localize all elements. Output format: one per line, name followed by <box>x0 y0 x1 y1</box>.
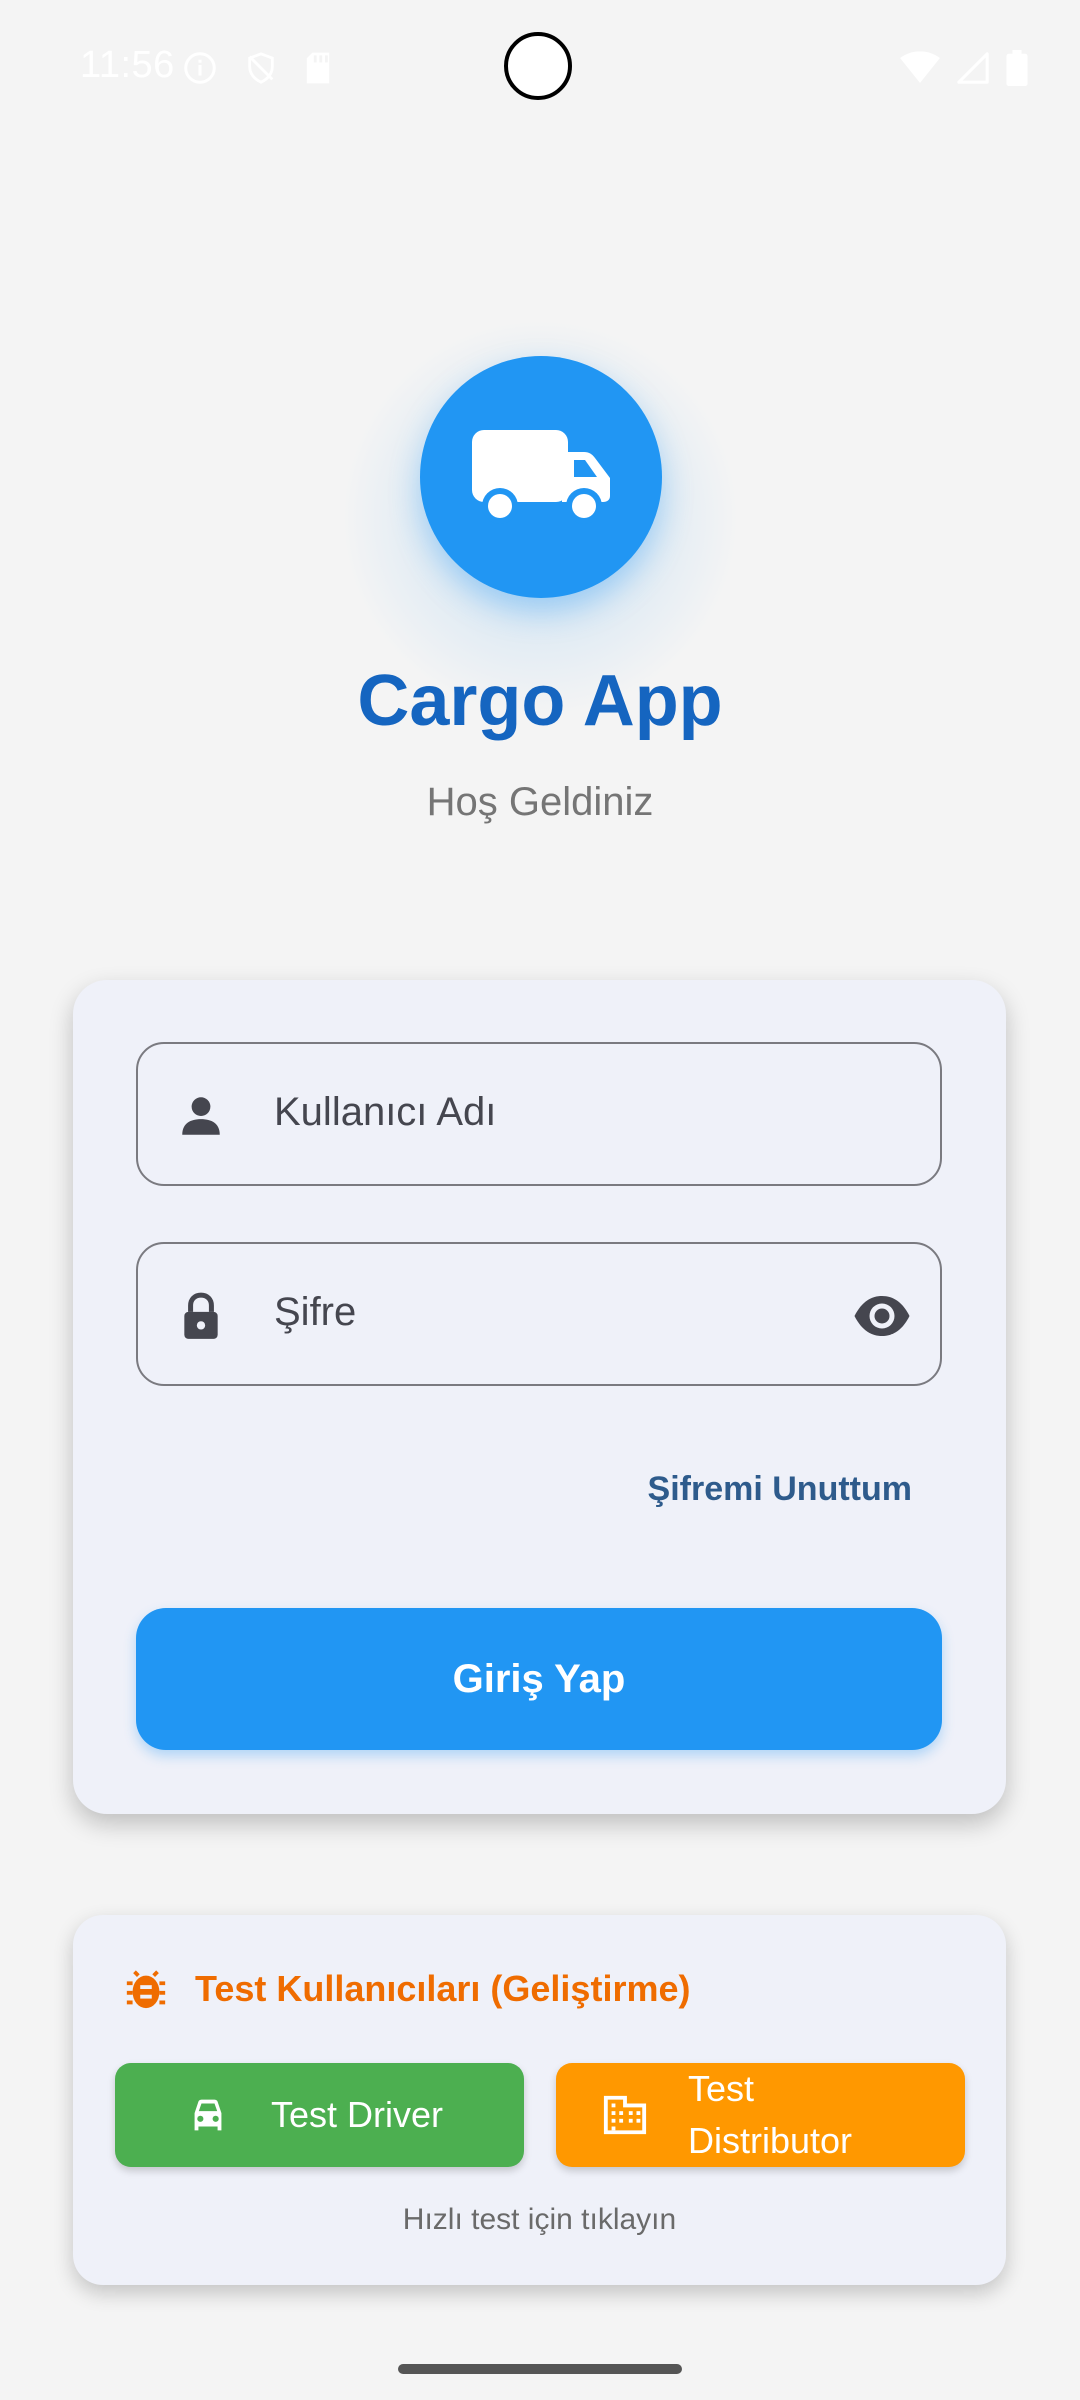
password-placeholder: Şifre <box>274 1290 357 1334</box>
shield-icon <box>248 52 274 84</box>
status-icons-left <box>182 50 332 86</box>
username-field[interactable]: Kullanıcı Adı <box>136 1042 942 1186</box>
status-time: 11:56 <box>80 44 175 86</box>
login-button[interactable]: Giriş Yap <box>136 1608 942 1750</box>
car-icon <box>194 2099 222 2131</box>
person-icon <box>182 1097 220 1135</box>
test-users-title: Test Kullanıcıları (Geliştirme) <box>195 1968 691 2009</box>
bug-icon <box>126 1970 166 2009</box>
test-users-hint: Hızlı test için tıklayın <box>402 2203 677 2236</box>
status-bar: 11:56 <box>0 0 1080 130</box>
forgot-password-link[interactable]: Şifremi Unuttum <box>648 1470 912 1509</box>
eye-icon[interactable] <box>852 1288 912 1344</box>
battery-icon <box>1006 50 1028 86</box>
sd-card-icon <box>306 52 330 84</box>
login-card: Kullanıcı Adı Şifre Şifremi Unuttum Giri… <box>73 980 1006 1814</box>
test-distributor-label: Test Distributor <box>688 2068 853 2161</box>
camera-cutout <box>504 32 572 100</box>
test-users-header: Test Kullanıcıları (Geliştirme) <box>123 1965 690 2013</box>
app-subtitle: Hoş Geldiniz <box>426 780 654 824</box>
app-title: Cargo App <box>357 661 723 741</box>
app-logo <box>420 356 662 598</box>
test-distributor-button[interactable]: Test Distributor <box>556 2063 965 2167</box>
lock-icon <box>184 1292 218 1339</box>
username-placeholder: Kullanıcı Adı <box>274 1090 497 1134</box>
wifi-icon <box>900 51 940 83</box>
status-icons-right <box>900 50 1028 86</box>
info-icon <box>184 52 216 84</box>
test-driver-button[interactable]: Test Driver <box>115 2063 524 2167</box>
test-users-card: Test Kullanıcıları (Geliştirme) Test Dri… <box>73 1915 1006 2285</box>
test-driver-label: Test Driver <box>271 2094 444 2135</box>
login-screen: 11:56 Cargo App Hoş Geldiniz Kullanıcı A… <box>0 0 1080 2400</box>
home-indicator[interactable] <box>398 2364 682 2374</box>
building-icon <box>603 2095 647 2135</box>
signal-icon <box>957 52 989 84</box>
password-field[interactable]: Şifre <box>136 1242 942 1386</box>
truck-icon <box>472 430 610 524</box>
